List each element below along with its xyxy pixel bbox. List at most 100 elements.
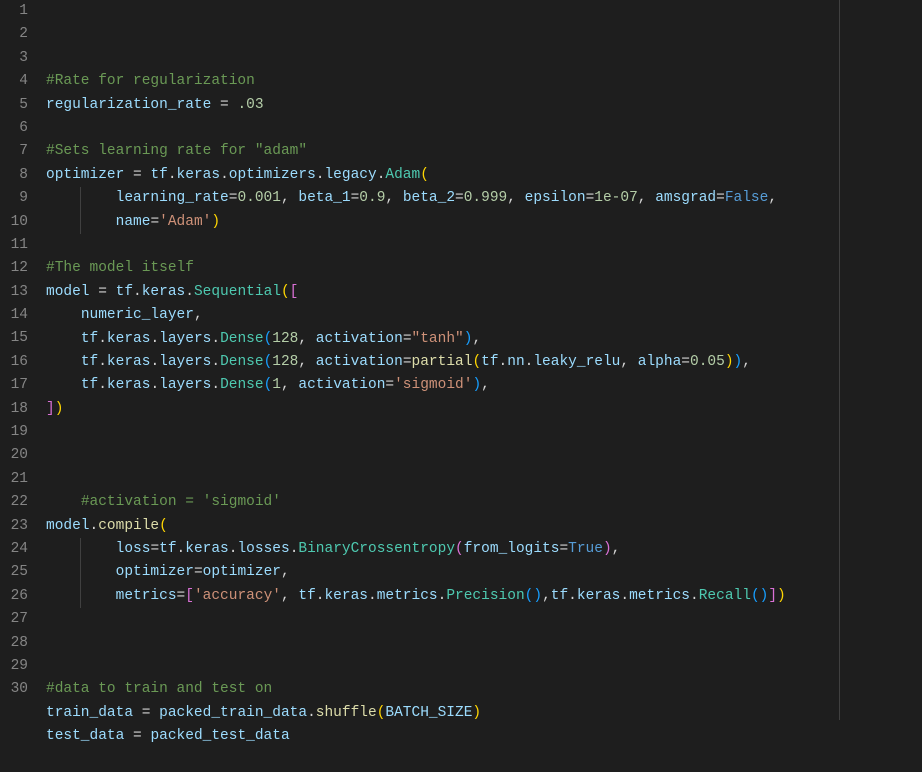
token: ,: [507, 190, 524, 206]
token: #The model itself: [46, 260, 194, 276]
line-number-gutter: 1234567891011121314151617181920212223242…: [0, 0, 38, 720]
code-line[interactable]: loss=tf.keras.losses.BinaryCrossentropy(…: [46, 538, 922, 561]
token: [: [290, 284, 299, 300]
token: ,: [638, 190, 655, 206]
token: [124, 728, 133, 744]
token: .: [168, 167, 177, 183]
token: layers: [159, 354, 211, 370]
token: optimizer: [46, 167, 124, 183]
token: ,: [481, 377, 490, 393]
token: (: [264, 354, 273, 370]
token: Dense: [220, 331, 264, 347]
code-line[interactable]: metrics=['accuracy', tf.keras.metrics.Pr…: [46, 585, 922, 608]
token: model: [46, 284, 90, 300]
token: =: [150, 541, 159, 557]
token: =: [403, 331, 412, 347]
code-line[interactable]: [46, 632, 922, 655]
token: activation: [316, 354, 403, 370]
token: 'accuracy': [194, 588, 281, 604]
code-line[interactable]: [46, 749, 922, 772]
token: .: [185, 284, 194, 300]
token: Dense: [220, 377, 264, 393]
line-number: 1: [0, 0, 28, 23]
token: ,: [542, 588, 551, 604]
code-line[interactable]: model.compile(: [46, 515, 922, 538]
token: .: [620, 588, 629, 604]
token: ,: [298, 331, 315, 347]
code-line[interactable]: #The model itself: [46, 257, 922, 280]
code-line[interactable]: optimizer = tf.keras.optimizers.legacy.A…: [46, 164, 922, 187]
token: tf: [159, 541, 176, 557]
code-line[interactable]: numeric_layer,: [46, 304, 922, 327]
code-line[interactable]: tf.keras.layers.Dense(128, activation="t…: [46, 328, 922, 351]
code-line[interactable]: #activation = 'sigmoid': [46, 491, 922, 514]
line-number: 21: [0, 468, 28, 491]
code-line[interactable]: #Sets learning rate for "adam": [46, 140, 922, 163]
line-number: 17: [0, 374, 28, 397]
token: [150, 705, 159, 721]
token: .: [150, 377, 159, 393]
code-line[interactable]: test_data = packed_test_data: [46, 725, 922, 748]
line-number: 4: [0, 70, 28, 93]
token: .: [690, 588, 699, 604]
token: keras: [185, 541, 229, 557]
line-number: 10: [0, 211, 28, 234]
code-line[interactable]: optimizer=optimizer,: [46, 561, 922, 584]
token: .: [499, 354, 508, 370]
code-line[interactable]: [46, 234, 922, 257]
token: tf: [81, 354, 98, 370]
token: 0.05: [690, 354, 725, 370]
code-line[interactable]: name='Adam'): [46, 211, 922, 234]
token: (: [420, 167, 429, 183]
code-line[interactable]: ]): [46, 398, 922, 421]
code-area[interactable]: #Rate for regularization regularization_r…: [38, 0, 922, 720]
token: beta_1: [298, 190, 350, 206]
token: #Sets learning rate for "adam": [46, 143, 307, 159]
token: compile: [98, 518, 159, 534]
code-line[interactable]: learning_rate=0.001, beta_1=0.9, beta_2=…: [46, 187, 922, 210]
token: #Rate for regularization: [46, 73, 255, 89]
token: tf: [81, 331, 98, 347]
code-editor[interactable]: 1234567891011121314151617181920212223242…: [0, 0, 922, 720]
code-line[interactable]: #Rate for regularization: [46, 70, 922, 93]
token: from_logits: [464, 541, 560, 557]
token: keras: [177, 167, 221, 183]
token: [142, 728, 151, 744]
token: ,: [385, 190, 402, 206]
code-line[interactable]: [46, 468, 922, 491]
token: .: [98, 377, 107, 393]
code-line[interactable]: [46, 608, 922, 631]
token: BinaryCrossentropy: [298, 541, 455, 557]
code-line[interactable]: [46, 444, 922, 467]
token: .: [211, 354, 220, 370]
token: (: [281, 284, 290, 300]
code-line[interactable]: [46, 117, 922, 140]
token: =: [98, 284, 107, 300]
token: =: [177, 588, 186, 604]
code-line[interactable]: tf.keras.layers.Dense(1, activation='sig…: [46, 374, 922, 397]
token: metrics: [629, 588, 690, 604]
line-number: 19: [0, 421, 28, 444]
code-line[interactable]: tf.keras.layers.Dense(128, activation=pa…: [46, 351, 922, 374]
code-line[interactable]: [46, 421, 922, 444]
line-number: 8: [0, 164, 28, 187]
code-line[interactable]: train_data = packed_train_data.shuffle(B…: [46, 702, 922, 725]
token: loss: [116, 541, 151, 557]
code-line[interactable]: model = tf.keras.Sequential([: [46, 281, 922, 304]
token: 1: [272, 377, 281, 393]
line-number: 3: [0, 47, 28, 70]
code-line[interactable]: #data to train and test on: [46, 678, 922, 701]
token: 'Adam': [159, 214, 211, 230]
token: .: [211, 377, 220, 393]
token: layers: [159, 377, 211, 393]
token: .: [307, 705, 316, 721]
token: ,: [612, 541, 621, 557]
token: model: [46, 518, 90, 534]
token: activation: [316, 331, 403, 347]
code-line[interactable]: [46, 655, 922, 678]
code-line[interactable]: regularization_rate = .03: [46, 94, 922, 117]
token: learning_rate: [116, 190, 229, 206]
line-number: 13: [0, 281, 28, 304]
token: ,: [281, 564, 290, 580]
token: shuffle: [316, 705, 377, 721]
